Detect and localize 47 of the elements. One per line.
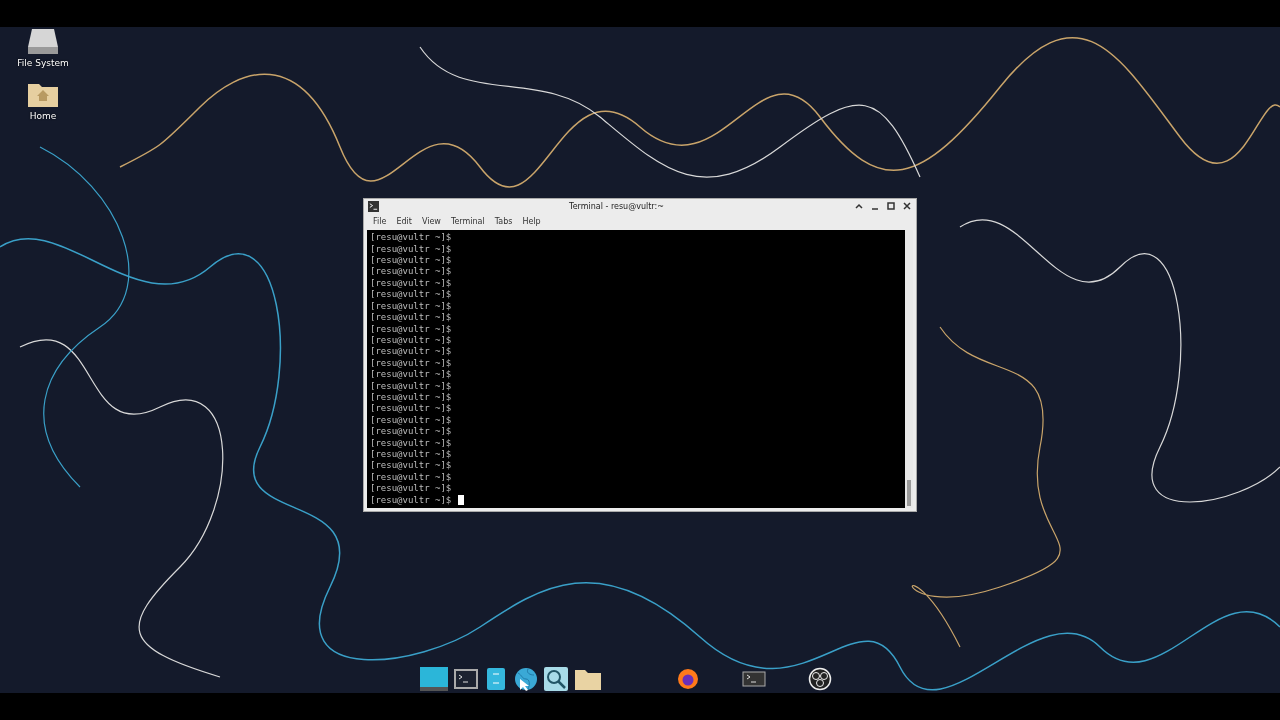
- prompt-line: [resu@vultr ~]$: [370, 323, 452, 335]
- menu-item[interactable]: File: [368, 217, 392, 227]
- menu-item[interactable]: View: [416, 217, 446, 227]
- recording-app-icon[interactable]: [808, 667, 832, 691]
- menu-item[interactable]: Tabs: [489, 217, 518, 227]
- prompt-line: [resu@vultr ~]$: [370, 494, 452, 506]
- drive-icon[interactable]: [27, 27, 59, 55]
- menu-item[interactable]: Edit: [391, 217, 417, 227]
- text-cursor: [458, 495, 465, 506]
- prompt-line: [resu@vultr ~]$: [370, 289, 452, 301]
- prompt-line: [resu@vultr ~]$: [370, 391, 452, 404]
- search-icon[interactable]: [544, 667, 568, 691]
- folder-icon[interactable]: [574, 667, 602, 691]
- window-title: Terminal - resu@vultr:~: [568, 201, 665, 211]
- prompt-line: [resu@vultr ~]$: [370, 277, 452, 290]
- workspace-icon[interactable]: [420, 668, 448, 690]
- prompt-line: [resu@vultr ~]$: [370, 266, 452, 278]
- prompt-line: [resu@vultr ~]$: [370, 300, 452, 313]
- desktop-icon-label[interactable]: File System: [17, 58, 69, 68]
- prompt-line: [resu@vultr ~]$: [370, 232, 452, 244]
- prompt-line: [resu@vultr ~]$: [370, 312, 452, 324]
- file-cabinet-icon[interactable]: [484, 667, 508, 691]
- menu-item[interactable]: Help: [517, 217, 546, 227]
- menu-item[interactable]: Terminal: [445, 217, 490, 227]
- maximize-icon[interactable]: [886, 201, 896, 212]
- prompt-line: [resu@vultr ~]$: [370, 448, 452, 461]
- prompt-line: [resu@vultr ~]$: [370, 334, 452, 347]
- prompt-line: [resu@vultr ~]$: [370, 357, 452, 370]
- terminal-icon[interactable]: [454, 667, 478, 691]
- prompt-line: [resu@vultr ~]$: [370, 243, 452, 256]
- prompt-line: [resu@vultr ~]$: [370, 483, 452, 495]
- scrollbar[interactable]: [905, 230, 913, 508]
- scrollbar-thumb[interactable]: [907, 480, 911, 506]
- close-icon[interactable]: [902, 201, 912, 212]
- prompt-line: [resu@vultr ~]$: [370, 255, 452, 267]
- terminal-icon: [368, 200, 379, 212]
- globe-icon[interactable]: [514, 667, 538, 691]
- prompt-line: [resu@vultr ~]$: [370, 426, 452, 438]
- prompt-line: [resu@vultr ~]$: [370, 437, 452, 449]
- prompt-line: [resu@vultr ~]$: [370, 369, 452, 381]
- prompt-line: [resu@vultr ~]$: [370, 460, 452, 472]
- prompt-line: [resu@vultr ~]$: [370, 414, 452, 427]
- prompt-line: [resu@vultr ~]$: [370, 346, 452, 358]
- prompt-line: [resu@vultr ~]$: [370, 403, 452, 415]
- prompt-line: [resu@vultr ~]$: [370, 380, 452, 392]
- prompt-line: [resu@vultr ~]$: [370, 471, 452, 484]
- desktop-icon-label[interactable]: Home: [29, 111, 57, 121]
